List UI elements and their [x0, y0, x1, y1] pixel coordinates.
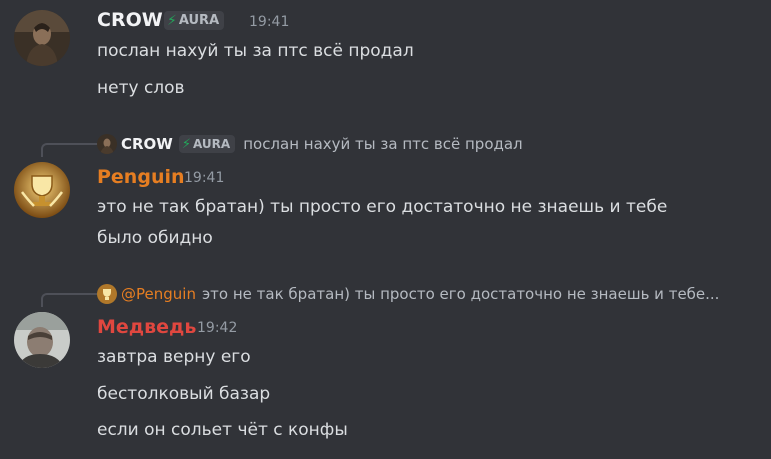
reply-server-tag: ⚡ AURA: [178, 135, 236, 153]
reply-avatar[interactable]: [97, 284, 117, 304]
message-timestamp[interactable]: 19:42: [197, 319, 237, 337]
reply-preview[interactable]: @Penguin это не так братан) ты просто ег…: [97, 283, 719, 305]
author-name[interactable]: CROW: [97, 9, 163, 31]
message-line: бестолковый базар: [97, 384, 271, 404]
message-line: это не так братан) ты просто его достато…: [97, 197, 668, 217]
reply-text[interactable]: это не так братан) ты просто его достато…: [202, 285, 720, 303]
message-line: нету слов: [97, 78, 185, 98]
message-line: послан нахуй ты за птс всё продал: [97, 41, 414, 61]
bolt-icon: ⚡: [181, 136, 191, 152]
reply-server-tag-label: AURA: [193, 137, 231, 151]
bolt-icon: ⚡: [167, 12, 177, 29]
author-name[interactable]: Penguin: [97, 166, 185, 188]
reply-author[interactable]: CROW: [121, 135, 173, 153]
reply-preview[interactable]: CROW ⚡ AURA послан нахуй ты за птс всё п…: [97, 133, 523, 155]
penguin-avatar[interactable]: [14, 162, 70, 218]
reply-avatar[interactable]: [97, 134, 117, 154]
reply-author[interactable]: @Penguin: [121, 285, 196, 303]
message-line: было обидно: [97, 228, 213, 248]
reply-text[interactable]: послан нахуй ты за птс всё продал: [243, 135, 522, 153]
message-line: завтра верну его: [97, 347, 251, 367]
message-timestamp[interactable]: 19:41: [184, 169, 224, 187]
author-name[interactable]: Медведь: [97, 316, 196, 338]
medved-avatar[interactable]: [14, 312, 70, 368]
crow-avatar[interactable]: [14, 10, 70, 66]
server-tag-label: AURA: [178, 13, 220, 28]
server-tag[interactable]: ⚡ AURA: [164, 11, 225, 30]
message-timestamp[interactable]: 19:41: [249, 13, 289, 31]
message-line: если он сольет чёт с конфы: [97, 420, 348, 440]
reply-connector: [41, 143, 99, 157]
reply-connector: [41, 293, 99, 307]
